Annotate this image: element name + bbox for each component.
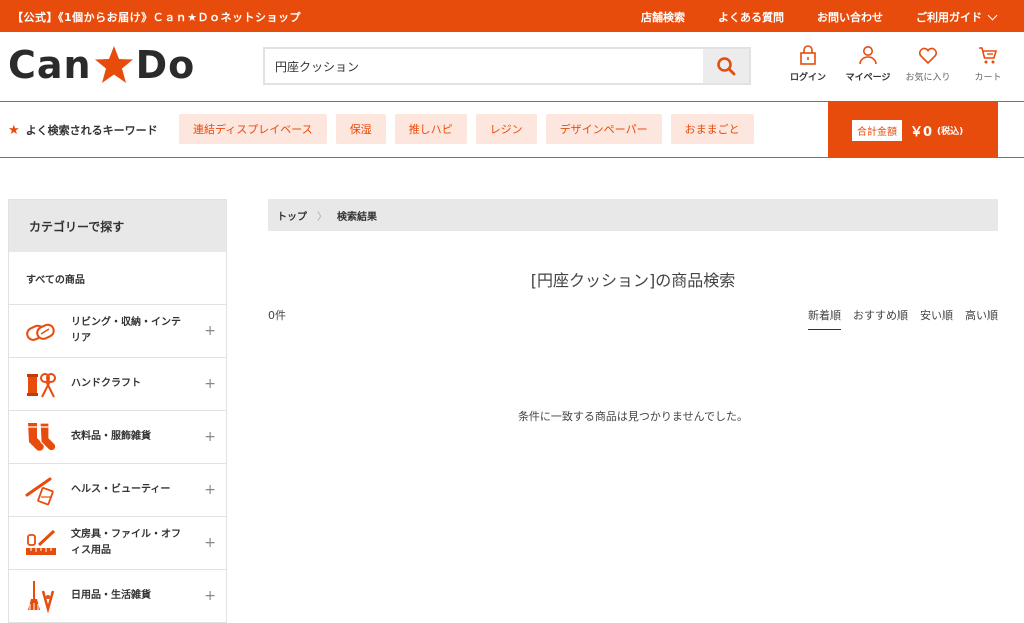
breadcrumb-separator: 〉: [317, 211, 327, 223]
cando-logo[interactable]: Can Do: [8, 43, 196, 87]
faq-link[interactable]: よくある質問: [718, 9, 784, 25]
total-label: 合計金額: [852, 119, 902, 141]
socks-icon: [28, 422, 57, 452]
cart-label: カート: [974, 73, 1002, 83]
guide-link[interactable]: ご利用ガイド: [916, 9, 998, 25]
keyword-heading: ★ よく検索されるキーワード: [8, 122, 158, 138]
keyword-chip[interactable]: 推しハピ: [394, 114, 467, 144]
category-sidebar: カテゴリーで探す すべての商品 リビング・収納・インテリア + ハンドクラフト …: [8, 199, 227, 623]
expand-icon[interactable]: +: [204, 429, 216, 445]
keyword-chip[interactable]: レジン: [475, 114, 537, 144]
heart-icon: [918, 47, 938, 65]
keyword-chip[interactable]: 保湿: [335, 114, 386, 144]
store-search-link[interactable]: 店舗検索: [641, 9, 685, 25]
breadcrumb-current: 検索結果: [337, 211, 377, 223]
cart-button[interactable]: カート: [958, 44, 1018, 83]
star-icon: [94, 46, 133, 83]
shop-promo-text[interactable]: 【公式】《1個からお届け》Ｃａｎ★Ｄｏネットショップ: [12, 9, 301, 25]
contact-link[interactable]: お問い合わせ: [817, 9, 883, 25]
favorites-label: お気に入り: [905, 73, 951, 83]
tax-note: (税込): [937, 126, 964, 137]
expand-icon[interactable]: +: [204, 588, 216, 604]
sidebar-item-label: ヘルス・ビューティー: [71, 484, 171, 495]
cart-icon: [979, 47, 998, 64]
sidebar-item-all[interactable]: すべての商品: [9, 252, 226, 305]
mypage-label: マイページ: [845, 73, 891, 83]
sidebar-item-health-beauty[interactable]: ヘルス・ビューティー +: [9, 464, 226, 517]
keyword-bar: ★ よく検索されるキーワード 連結ディスプレイベース 保湿 推しハピ レジン デ…: [0, 102, 1024, 158]
result-count: 0件: [268, 309, 286, 322]
breadcrumb-top[interactable]: トップ: [277, 208, 307, 223]
expand-icon[interactable]: +: [204, 323, 216, 339]
login-label: ログイン: [789, 73, 826, 83]
handcraft-icon: [27, 373, 56, 398]
keyword-list: 連結ディスプレイベース 保湿 推しハピ レジン デザインペーパー おままごと: [179, 114, 763, 144]
site-header: Can Do ログイン マイページ お気に入り カート: [0, 32, 1024, 102]
sidebar-item-stationery[interactable]: 文房具・ファイル・オフィス用品 +: [9, 517, 226, 570]
sort-price-low[interactable]: 安い順: [920, 307, 953, 330]
sort-price-high[interactable]: 高い順: [965, 307, 998, 330]
sidebar-item-living[interactable]: リビング・収納・インテリア +: [9, 305, 226, 358]
top-links: 店舗検索 よくある質問 お問い合わせ ご利用ガイド: [608, 9, 998, 25]
chevron-down-icon: [987, 10, 998, 20]
breadcrumb: トップ 〉 検索結果: [268, 199, 998, 231]
sidebar-item-household[interactable]: 日用品・生活雑貨 +: [9, 570, 226, 623]
favorites-button[interactable]: お気に入り: [898, 44, 958, 83]
keyword-chip[interactable]: おままごと: [670, 114, 754, 144]
search-box: [263, 47, 751, 85]
sidebar-item-label: 文房具・ファイル・オフィス用品: [71, 529, 181, 556]
logo-text-right: Do: [135, 43, 196, 87]
sidebar-item-handcraft[interactable]: ハンドクラフト +: [9, 358, 226, 411]
expand-icon[interactable]: +: [204, 482, 216, 498]
sort-recommended[interactable]: おすすめ順: [853, 307, 908, 330]
search-button[interactable]: [703, 49, 749, 83]
expand-icon[interactable]: +: [204, 376, 216, 392]
living-icon: [26, 323, 55, 341]
keyword-chip[interactable]: 連結ディスプレイベース: [179, 114, 327, 144]
empty-result-message: 条件に一致する商品は見つかりませんでした。: [517, 410, 749, 423]
sidebar-item-clothing[interactable]: 衣料品・服飾雑貨 +: [9, 411, 226, 464]
keyword-chip[interactable]: デザインペーパー: [545, 114, 662, 144]
page-title: [円座クッション]の商品検索: [530, 271, 736, 290]
stationery-icon: [26, 529, 56, 555]
star-icon: ★: [8, 122, 20, 138]
expand-icon[interactable]: +: [204, 535, 216, 551]
mypage-button[interactable]: マイページ: [838, 44, 898, 83]
header-icons: ログイン マイページ お気に入り カート: [778, 44, 1018, 83]
sidebar-item-label: 衣料品・服飾雑貨: [71, 431, 151, 442]
sort-options: 新着順 おすすめ順 安い順 高い順: [796, 307, 998, 330]
login-button[interactable]: ログイン: [778, 44, 838, 83]
sidebar-heading: カテゴリーで探す: [9, 200, 226, 252]
person-icon: [859, 46, 877, 65]
beauty-icon: [25, 477, 54, 506]
search-input[interactable]: [265, 49, 703, 83]
cart-total[interactable]: 合計金額 ￥0 (税込): [828, 102, 998, 158]
sidebar-item-label: リビング・収納・インテリア: [71, 317, 181, 344]
total-amount: ￥0: [910, 124, 933, 140]
sidebar-item-label: 日用品・生活雑貨: [71, 590, 151, 601]
household-icon: [28, 581, 55, 613]
logo-text-left: Can: [8, 43, 92, 87]
top-bar: 【公式】《1個からお届け》Ｃａｎ★Ｄｏネットショップ 店舗検索 よくある質問 お…: [0, 0, 1024, 32]
lock-icon: [800, 45, 816, 65]
sort-newest[interactable]: 新着順: [808, 307, 841, 330]
sidebar-item-label: ハンドクラフト: [71, 378, 141, 389]
keyword-heading-text: よく検索されるキーワード: [25, 124, 158, 137]
guide-link-label: ご利用ガイド: [916, 11, 982, 24]
search-icon: [717, 57, 736, 76]
